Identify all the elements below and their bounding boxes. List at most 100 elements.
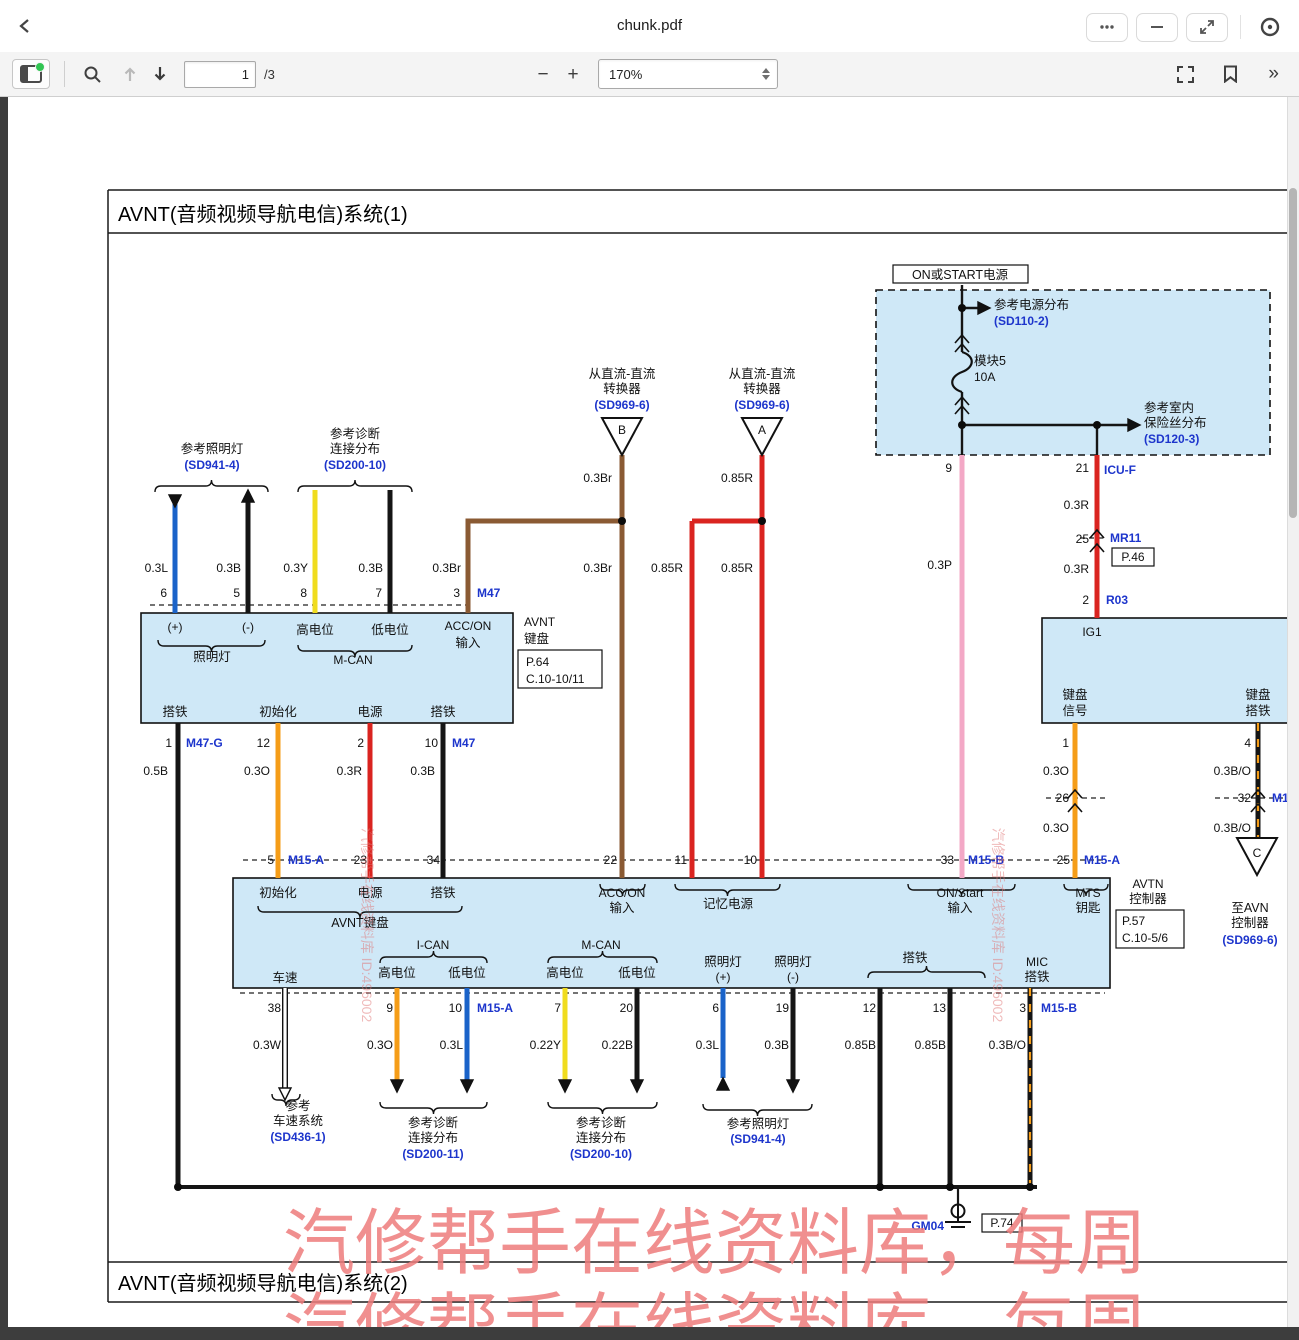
diagram-text: 高电位 (546, 965, 584, 980)
diagram-text: 车速 (272, 970, 298, 985)
scrollbar-thumb[interactable] (1289, 188, 1297, 518)
diagram-text: 0.3O (1043, 821, 1069, 835)
diagram-text: 输入 (609, 900, 635, 915)
diagram-text: 0.3R (337, 764, 363, 778)
minimize-button[interactable] (1136, 13, 1178, 42)
zoom-value: 170% (599, 67, 642, 82)
titlebar-divider (1240, 15, 1241, 39)
diagram-text: (SD120-3) (1144, 432, 1199, 446)
diagram-text: 记忆电源 (703, 896, 754, 911)
diagram-text: 11 (675, 853, 688, 867)
bookmark-icon (1223, 65, 1238, 83)
diagram-text: ICU-F (1104, 463, 1136, 477)
zoom-select[interactable]: 170% (598, 59, 778, 89)
diagram-text: 0.3L (145, 561, 169, 575)
diagram-text: M15-A (288, 853, 324, 867)
diagram-text: 键盘 (1062, 687, 1087, 702)
page-number-input[interactable] (184, 61, 256, 88)
titlebar: chunk.pdf (0, 0, 1299, 53)
diagram-text: 0.3Y (283, 561, 308, 575)
notification-dot (35, 62, 45, 72)
diagram-text: ACC/ON (445, 619, 492, 633)
diagram-text: 汽修帮手在线资料库，每周 (283, 1288, 1147, 1327)
diagram-text: 0.85B (845, 1038, 876, 1052)
record-button[interactable] (1253, 11, 1287, 43)
diagram-text: 0.3B (216, 561, 241, 575)
arrow-marker (787, 1080, 799, 1092)
diagram-text: 21 (1076, 461, 1090, 475)
diagram-text: (SD969-6) (734, 398, 789, 412)
vertical-scrollbar[interactable] (1287, 96, 1299, 1327)
diagram-text: 6 (712, 1001, 719, 1015)
diagram-text: 33 (941, 853, 955, 867)
diagram-text: 0.3O (1043, 764, 1069, 778)
diagram-text: 0.85B (915, 1038, 946, 1052)
diagram-text: P.57 (1122, 914, 1145, 928)
diagram-text: (SD110-2) (994, 314, 1049, 328)
diagram-text: 电源 (357, 705, 383, 719)
diagram-text: 0.85R (721, 471, 753, 485)
diagram-text: 9 (945, 461, 952, 475)
diagram-text: 0.85R (651, 561, 683, 575)
diagram-text: 参考照明灯 (181, 441, 244, 456)
diagram-text: (+) (716, 970, 731, 984)
diagram-text: 5 (267, 853, 274, 867)
previous-page-button[interactable] (118, 61, 142, 87)
more-options-button[interactable] (1086, 13, 1128, 42)
zoom-out-button[interactable]: − (528, 59, 558, 89)
diagram-text: 0.3O (367, 1038, 393, 1052)
diagram-text: 至AVN (1231, 901, 1268, 915)
pdf-viewport: AVNT(音频视频导航电信)系统(1)AVNT(音频视频导航电信)系统(2)ON… (0, 96, 1299, 1340)
fullscreen-button[interactable] (1172, 61, 1199, 88)
sidebar-toggle-button[interactable] (12, 59, 50, 89)
diagram-text: M-CAN (333, 653, 372, 667)
diagram-text: 汽修帮手在线资料库 ID:496002 (990, 828, 1006, 1023)
diagram-text: 键盘 (524, 631, 549, 646)
diagram-text: ON或START电源 (912, 268, 1009, 282)
diagram-text: 20 (620, 1001, 634, 1015)
diagram-text: 搭铁 (162, 704, 188, 719)
diagram-text: 0.3Br (583, 471, 612, 485)
diagram-text: 搭铁 (430, 704, 456, 719)
diagram-text: I-CAN (417, 938, 450, 952)
junction-dot (958, 304, 966, 312)
junction-dot (1093, 421, 1101, 429)
diagram-text: 搭铁 (902, 950, 928, 965)
diagram-text: 1 (1062, 736, 1069, 750)
search-button[interactable] (79, 61, 106, 88)
brace (548, 1102, 657, 1114)
diagram-text: 参考诊断 (408, 1115, 458, 1130)
sidebar-icon (20, 65, 42, 83)
diagram-text: (SD436-1) (270, 1130, 325, 1144)
expand-button[interactable] (1186, 13, 1228, 42)
diagram-text: 照明灯 (774, 955, 812, 969)
diagram-text: 0.3B/O (1214, 821, 1251, 835)
diagram-text: 0.3B (764, 1038, 789, 1052)
diagram-text: 8 (300, 586, 307, 600)
wiring-diagram: AVNT(音频视频导航电信)系统(1)AVNT(音频视频导航电信)系统(2)ON… (8, 96, 1288, 1327)
search-icon (83, 65, 102, 84)
bookmark-button[interactable] (1219, 61, 1242, 87)
diagram-text: 搭铁 (1024, 969, 1050, 984)
zoom-spinner-icon[interactable] (762, 68, 770, 80)
diagram-text: 2 (357, 736, 364, 750)
diagram-text: (SD200-10) (570, 1147, 632, 1161)
diagram-text: 5 (233, 586, 240, 600)
arrow-up-icon (122, 65, 138, 83)
diagram-text: (SD200-11) (402, 1147, 463, 1161)
junction-dot (758, 517, 766, 525)
diagram-text: 7 (554, 1001, 561, 1015)
zoom-in-button[interactable]: + (558, 59, 588, 89)
diagram-text: M47 (477, 586, 501, 600)
diagram-text: 钥匙 (1075, 901, 1101, 915)
junction-dot (1026, 1183, 1034, 1191)
diagram-text: 低电位 (618, 965, 656, 980)
diagram-text: M15-A (477, 1001, 513, 1015)
diagram-text: 0.3B/O (989, 1038, 1026, 1052)
diagram-text: (SD200-10) (324, 458, 386, 472)
more-tools-button[interactable]: » (1262, 62, 1285, 86)
diagram-text: (SD941-4) (184, 458, 239, 472)
diagram-text: 从直流-直流 (729, 367, 796, 381)
toolbar-right-group: » (1172, 52, 1285, 96)
next-page-button[interactable] (148, 61, 172, 87)
